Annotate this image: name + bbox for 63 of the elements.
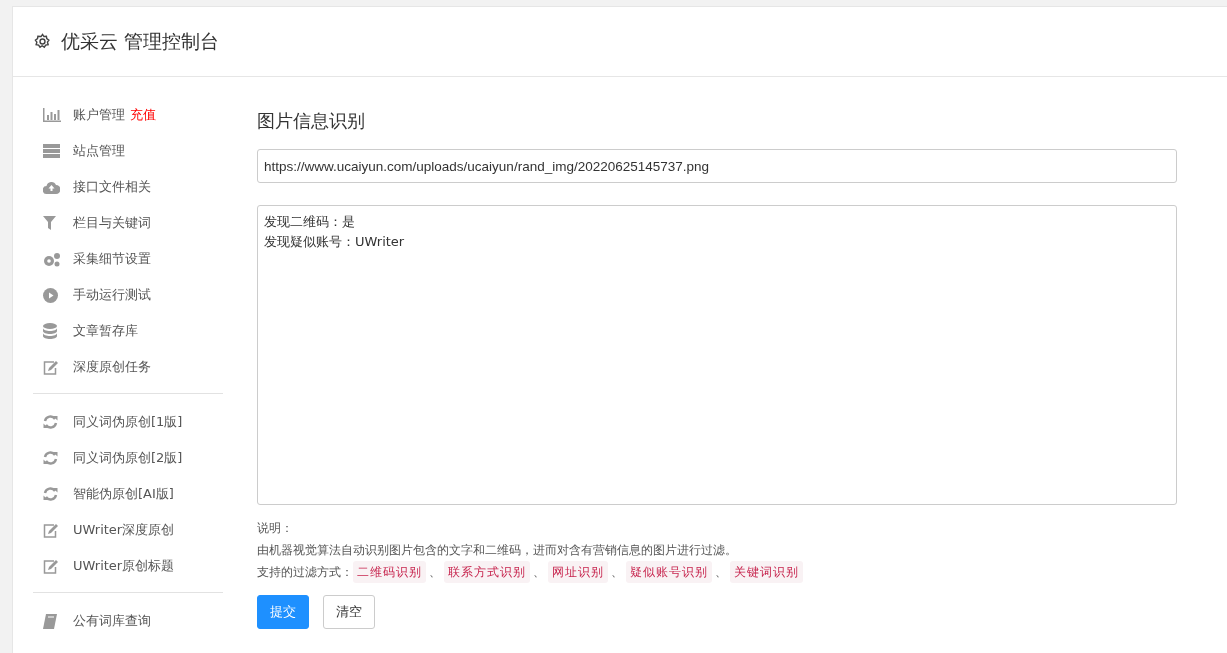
menu-label: UWriter深度原创	[73, 521, 175, 539]
method-tag: 联系方式识别	[444, 561, 530, 583]
sidebar-item[interactable]: 接口文件相关	[33, 169, 223, 205]
sidebar-item[interactable]: 文章暂存库	[33, 313, 223, 349]
bar-chart-icon	[43, 108, 61, 122]
sidebar-item[interactable]: 深度原创任务	[33, 349, 223, 385]
menu-label: 文章暂存库	[73, 322, 138, 340]
description-text: 由机器视觉算法自动识别图片包含的文字和二维码，进而对含有营销信息的图片进行过滤。	[257, 542, 738, 559]
menu-label: 栏目与关键词	[73, 214, 151, 232]
sidebar-item[interactable]: UWriter原创标题	[33, 548, 223, 584]
menu-label: 账户管理	[73, 106, 125, 124]
sidebar-item[interactable]: 同义词伪原创[1版]	[33, 404, 223, 440]
menu-label: 同义词伪原创[2版]	[73, 449, 183, 467]
server-icon	[43, 144, 60, 158]
menu-label: 智能伪原创[AI版]	[73, 485, 174, 503]
edit-icon	[43, 558, 59, 574]
url-field[interactable]: https://www.ucaiyun.com/uploads/ucaiyun/rand_img/20220625145737.png	[257, 149, 1177, 183]
edit-icon	[43, 522, 59, 538]
result-box[interactable]: 发现二维码：是 发现疑似账号：UWriter	[257, 205, 1177, 505]
separator: 、	[715, 564, 727, 581]
refresh-icon	[43, 451, 58, 465]
sidebar-item[interactable]: 账户管理 充值	[33, 97, 223, 133]
sidebar-item[interactable]: 手动运行测试	[33, 277, 223, 313]
method-tag: 关键词识别	[730, 561, 803, 583]
sidebar-item[interactable]: 智能伪原创[AI版]	[33, 476, 223, 512]
menu-label: 同义词伪原创[1版]	[73, 413, 183, 431]
clear-button[interactable]: 清空	[323, 595, 375, 629]
refresh-icon	[43, 415, 58, 429]
database-icon	[43, 323, 57, 339]
menu-label: 深度原创任务	[73, 358, 151, 376]
recharge-link[interactable]: 充值	[130, 106, 156, 124]
separator: 、	[611, 564, 623, 581]
sidebar-item[interactable]: 栏目与关键词	[33, 205, 223, 241]
sidebar-item[interactable]: 公有词库查询	[33, 603, 223, 639]
edit-icon	[43, 359, 59, 375]
menu-label: 采集细节设置	[73, 250, 151, 268]
refresh-icon	[43, 487, 58, 501]
method-tag: 二维码识别	[353, 561, 426, 583]
filter-icon	[43, 216, 56, 230]
menu-label: UWriter原创标题	[73, 557, 175, 575]
method-tag: 网址识别	[548, 561, 608, 583]
cloud-upload-icon	[43, 180, 60, 194]
notes-heading: 说明：	[257, 520, 294, 537]
menu-label: 站点管理	[73, 142, 125, 160]
settings-icon	[34, 33, 51, 50]
menu-label: 手动运行测试	[73, 286, 151, 304]
menu-label: 接口文件相关	[73, 178, 151, 196]
sidebar-item[interactable]: 同义词伪原创[2版]	[33, 440, 223, 476]
separator: 、	[429, 564, 441, 581]
section-title: 图片信息识别	[257, 109, 366, 133]
play-icon	[43, 287, 58, 303]
result-line: 发现二维码：是	[264, 213, 356, 231]
sidebar-item[interactable]: UWriter深度原创	[33, 512, 223, 548]
gears-icon	[43, 251, 61, 267]
sidebar-item[interactable]: 站点管理	[33, 133, 223, 169]
sidebar-item[interactable]: 采集细节设置	[33, 241, 223, 277]
book-icon	[43, 613, 57, 629]
separator: 、	[533, 564, 545, 581]
method-tag: 疑似账号识别	[626, 561, 712, 583]
methods-label: 支持的过滤方式：	[257, 564, 353, 581]
result-line: 发现疑似账号：UWriter	[264, 233, 406, 251]
app-title: 优采云 管理控制台	[61, 28, 220, 54]
menu-label: 公有词库查询	[73, 612, 151, 630]
